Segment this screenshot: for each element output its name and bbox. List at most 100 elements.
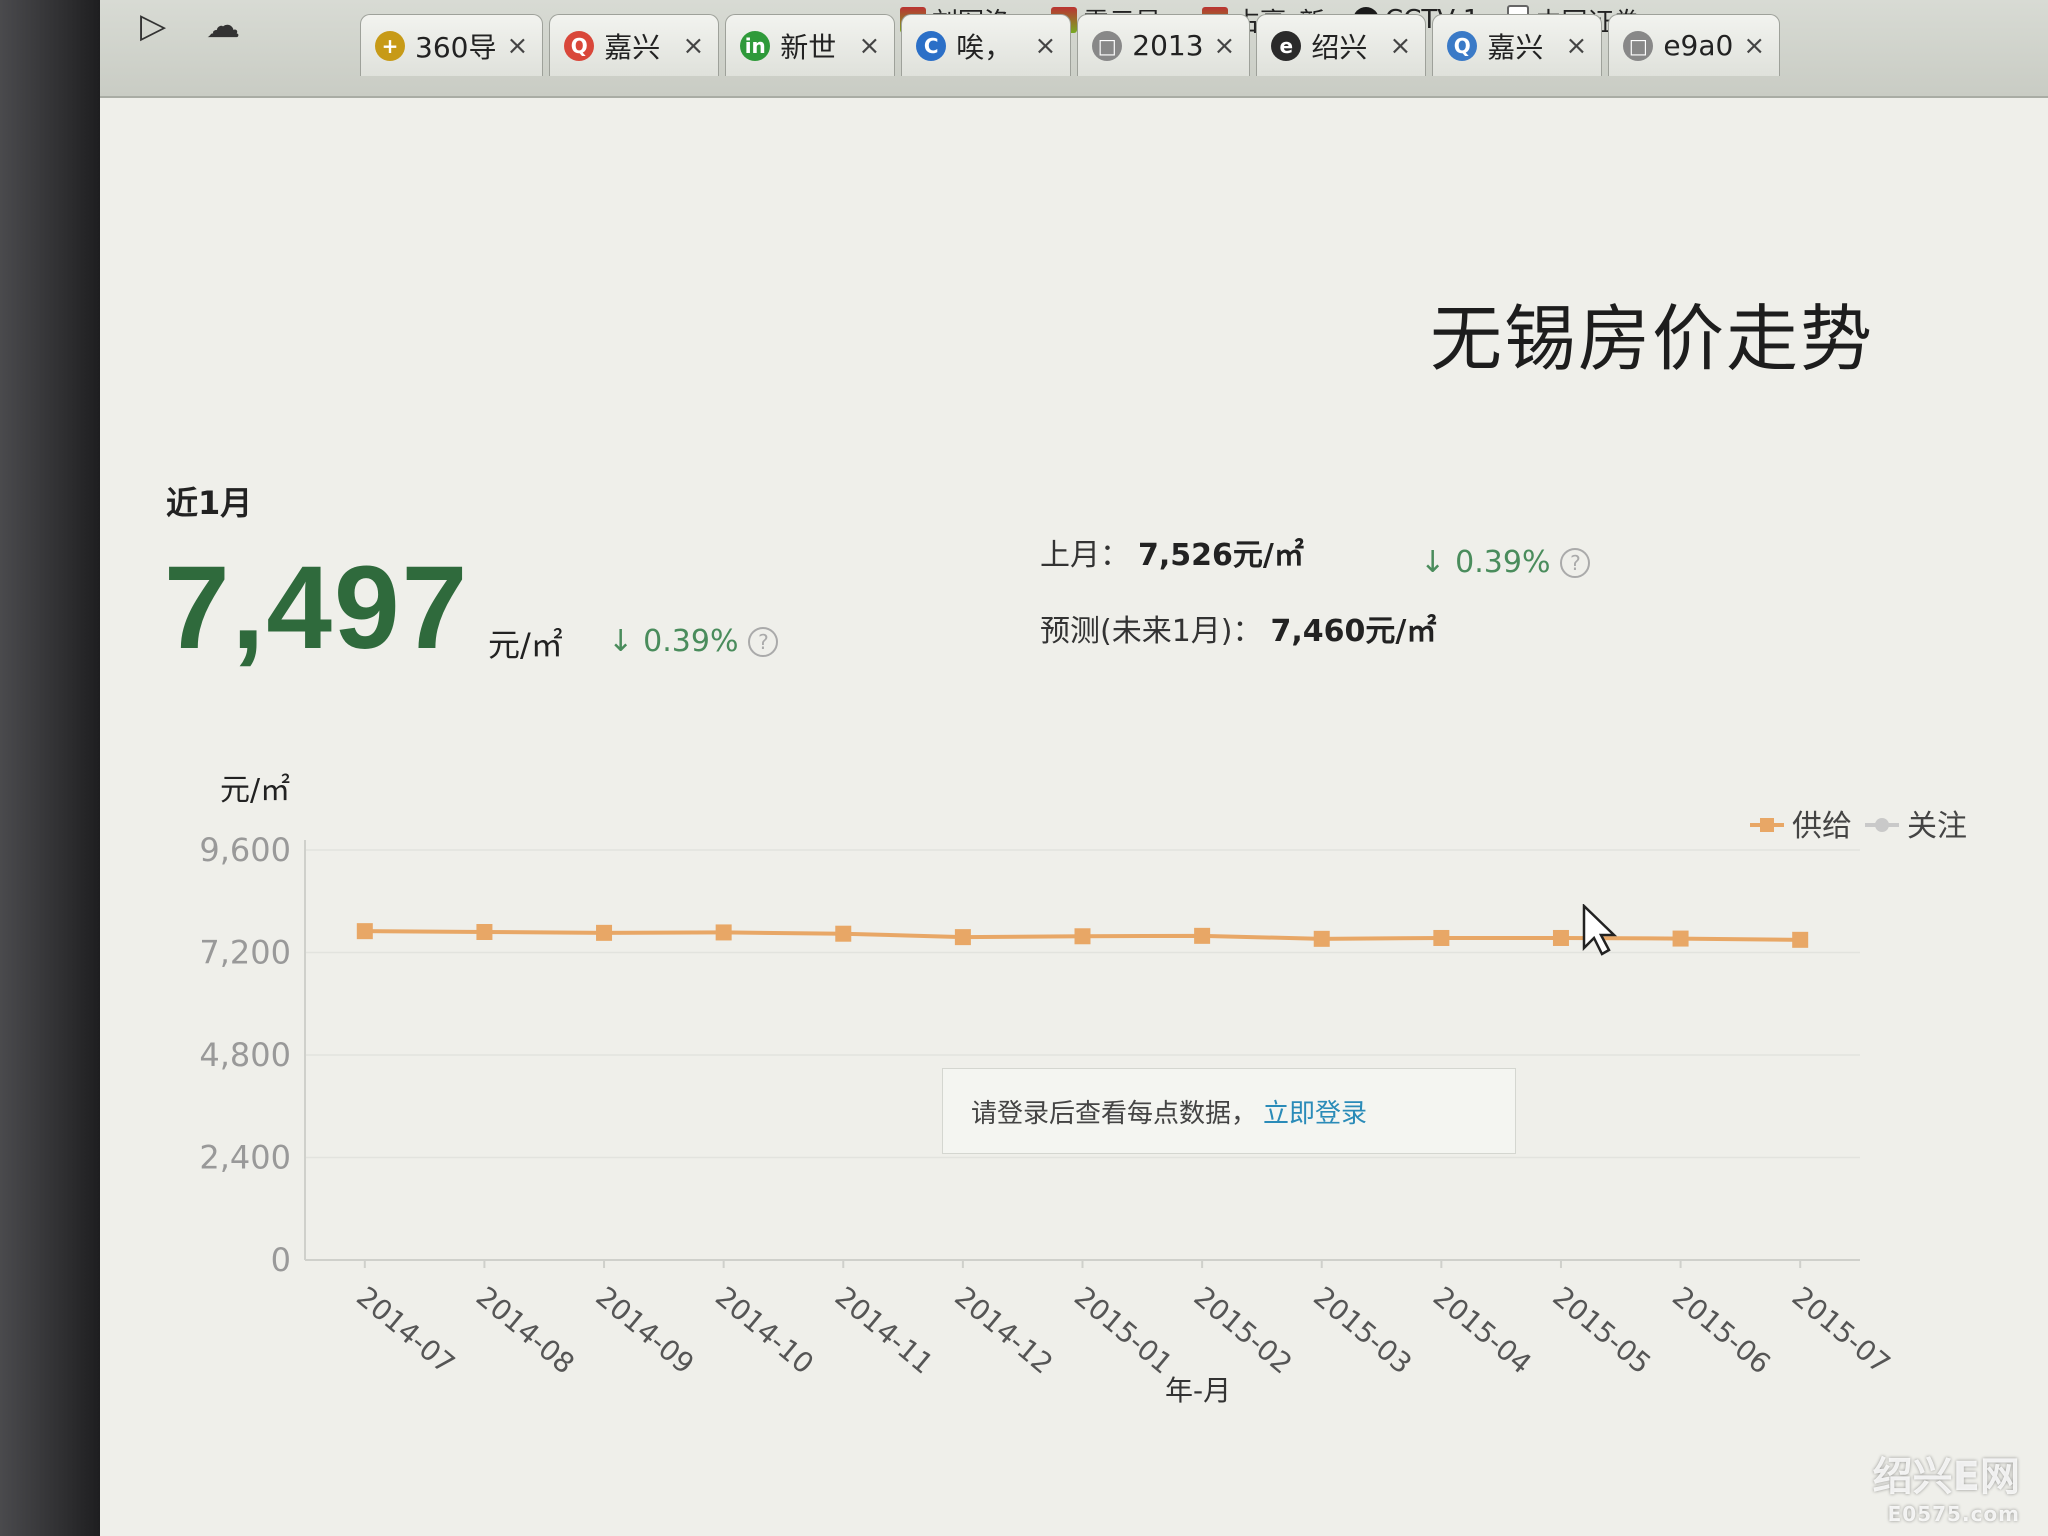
tab-favicon-icon: □ [1092,30,1123,61]
browser-tab[interactable]: Q 嘉兴 × [1432,14,1603,76]
legend-swatch-marker [1760,818,1774,832]
y-axis-label: 元/㎡ [220,773,290,808]
help-icon[interactable]: ? [1560,547,1591,578]
browser-tab[interactable]: e 绍兴 × [1256,14,1427,76]
price-change: ↓ 0.39% ? [608,624,779,659]
screen: ▷ ☁ 刘军洛_雷元星_占豪_新CCTV-1中国证券» +360导×Q嘉兴×in… [100,0,2048,1536]
data-point [1672,930,1689,947]
down-arrow-icon: ↓ [1420,545,1446,580]
forecast-label: 预测(未来1月)： [1040,614,1263,649]
tab-close-icon[interactable]: × [1214,31,1236,61]
tab-favicon-icon: e [1271,30,1302,61]
data-point [1313,930,1330,947]
x-tick-label: 2015-03 [1307,1280,1418,1380]
tab-label: 绍兴 [1311,30,1368,64]
forecast-value: 7,460元/㎡ [1270,614,1437,649]
nav-icons: ▷ ☁ [140,6,240,46]
tab-close-icon[interactable]: × [682,31,704,61]
tab-close-icon[interactable]: × [1566,31,1588,61]
watermark-title: 绍兴E网 [1872,1454,2020,1500]
last-month: 上月： 7,526元/㎡ [1040,530,1304,574]
current-price: 7,497 [164,542,470,674]
watermark-url: E0575.com [1887,1502,2020,1526]
tab-label: 唉， [956,30,1013,64]
tab-label: 新世 [780,30,837,64]
x-tick-label: 2015-07 [1786,1280,1897,1380]
x-tick-label: 2015-01 [1068,1280,1179,1380]
data-point [715,924,732,941]
site-watermark: 绍兴E网 E0575.com [1873,1444,2020,1526]
last-month-label: 上月： [1040,538,1130,573]
browser-tab[interactable]: Q 嘉兴 × [549,14,720,76]
login-prompt-text: 请登录后查看每点数据， [971,1098,1258,1129]
tab-close-icon[interactable]: × [1390,31,1412,61]
login-link[interactable]: 立即登录 [1263,1093,1367,1130]
data-point [1552,929,1569,946]
data-point [1433,929,1450,946]
y-tick-label: 9,600 [199,831,291,869]
tab-label: 嘉兴 [604,30,661,64]
x-tick-label: 2014-07 [350,1280,461,1380]
x-tick-label: 2014-10 [709,1280,820,1380]
tab-favicon-icon: + [375,30,405,61]
period-label: 近1月 [166,484,253,522]
y-tick-label: 7,200 [199,934,291,972]
forecast: 预测(未来1月)： 7,460元/㎡ [1040,606,1436,650]
tab-close-icon[interactable]: × [1743,31,1765,61]
x-tick-label: 2015-06 [1666,1280,1777,1380]
tab-label: 360导 [415,30,497,64]
legend-label: 关注 [1907,809,1967,844]
legend-swatch-marker [1875,818,1889,832]
price-unit: 元/㎡ [488,626,563,664]
tab-favicon-icon: in [740,30,771,61]
tab-label: 2013 [1132,29,1204,62]
x-tick-label: 2015-04 [1427,1280,1538,1380]
data-point [1194,927,1211,944]
y-tick-label: 2,400 [199,1139,291,1177]
login-prompt: 请登录后查看每点数据， 立即登录 [942,1068,1516,1154]
legend-label: 供给 [1792,809,1852,844]
last-month-change: ↓ 0.39% ? [1420,545,1591,580]
tab-label: 嘉兴 [1487,30,1544,64]
x-tick-label: 2014-08 [470,1280,581,1380]
sidebar-toggle-icon[interactable]: ▷ [140,6,166,46]
tab-favicon-icon: Q [564,30,595,61]
data-point [596,924,613,941]
browser-tab[interactable]: □ 2013 × [1077,14,1251,76]
last-month-change-value: 0.39% [1455,545,1551,580]
x-tick-label: 2014-12 [948,1280,1059,1380]
tab-favicon-icon: □ [1623,30,1654,61]
data-point [954,929,971,946]
down-arrow-icon: ↓ [608,624,634,659]
cloud-icon[interactable]: ☁ [206,6,240,46]
x-tick-label: 2015-05 [1546,1280,1657,1380]
tab-favicon-icon: C [916,30,947,61]
x-tick-label: 2014-11 [829,1280,940,1380]
page-title: 无锡房价走势 [1430,297,1875,381]
price-change-value: 0.39% [643,624,739,659]
data-point [476,924,493,940]
data-point [1074,928,1091,945]
data-point [356,923,373,940]
browser-tab[interactable]: in 新世 × [725,14,896,76]
data-point [1792,931,1809,948]
y-tick-label: 0 [271,1241,291,1279]
help-icon[interactable]: ? [748,626,779,657]
x-tick-label: 2015-02 [1188,1280,1299,1380]
tab-label: e9a0 [1663,29,1734,62]
tab-close-icon[interactable]: × [506,31,528,61]
y-tick-label: 4,800 [199,1036,291,1074]
tab-strip: +360导 × Q 嘉兴 × in 新世 × C 唉， × □ 2013 × e 绍兴 × Q 嘉兴 × □ e9a0 × [360,14,1781,76]
monitor-bezel [0,0,100,1536]
data-point [835,925,852,942]
browser-tab-bar: ▷ ☁ 刘军洛_雷元星_占豪_新CCTV-1中国证券» +360导×Q嘉兴×in… [100,0,2048,98]
last-month-value: 7,526元/㎡ [1138,538,1304,573]
x-axis-label: 年-月 [1165,1374,1231,1407]
x-tick-label: 2014-09 [590,1280,701,1380]
tab-close-icon[interactable]: × [1034,31,1056,61]
tab-favicon-icon: Q [1447,30,1478,61]
browser-tab[interactable]: C 唉， × [901,14,1072,76]
tab-close-icon[interactable]: × [858,31,880,61]
browser-tab[interactable]: +360导 × [360,14,544,76]
browser-tab[interactable]: □ e9a0 × [1608,14,1781,76]
